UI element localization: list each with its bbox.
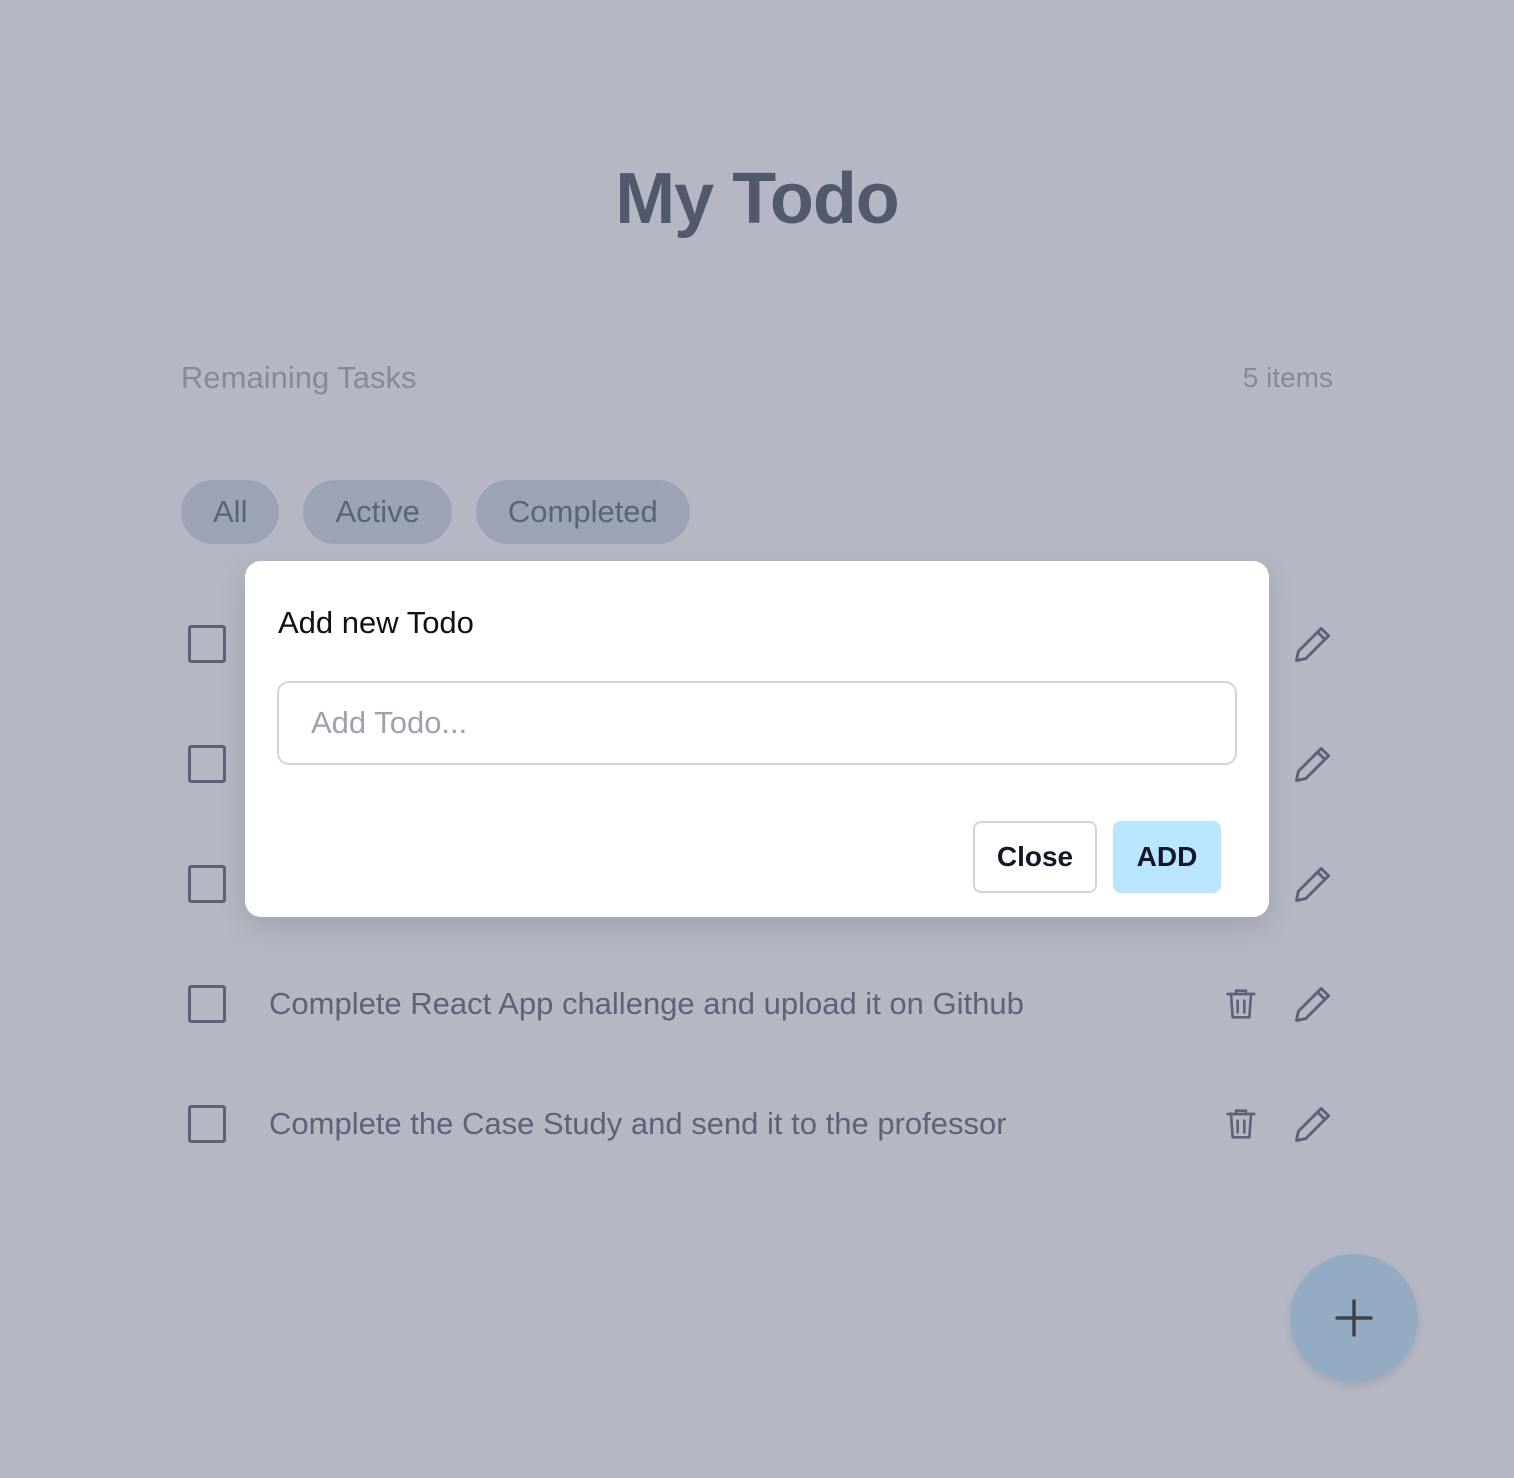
dialog-title: Add new Todo: [278, 605, 474, 640]
todo-input[interactable]: [277, 681, 1237, 765]
close-button[interactable]: Close: [973, 821, 1097, 893]
todo-page: My Todo Remaining Tasks 5 items All Acti…: [0, 0, 1514, 1478]
add-button[interactable]: ADD: [1113, 821, 1221, 893]
add-todo-dialog: Add new Todo Close ADD: [245, 561, 1269, 917]
